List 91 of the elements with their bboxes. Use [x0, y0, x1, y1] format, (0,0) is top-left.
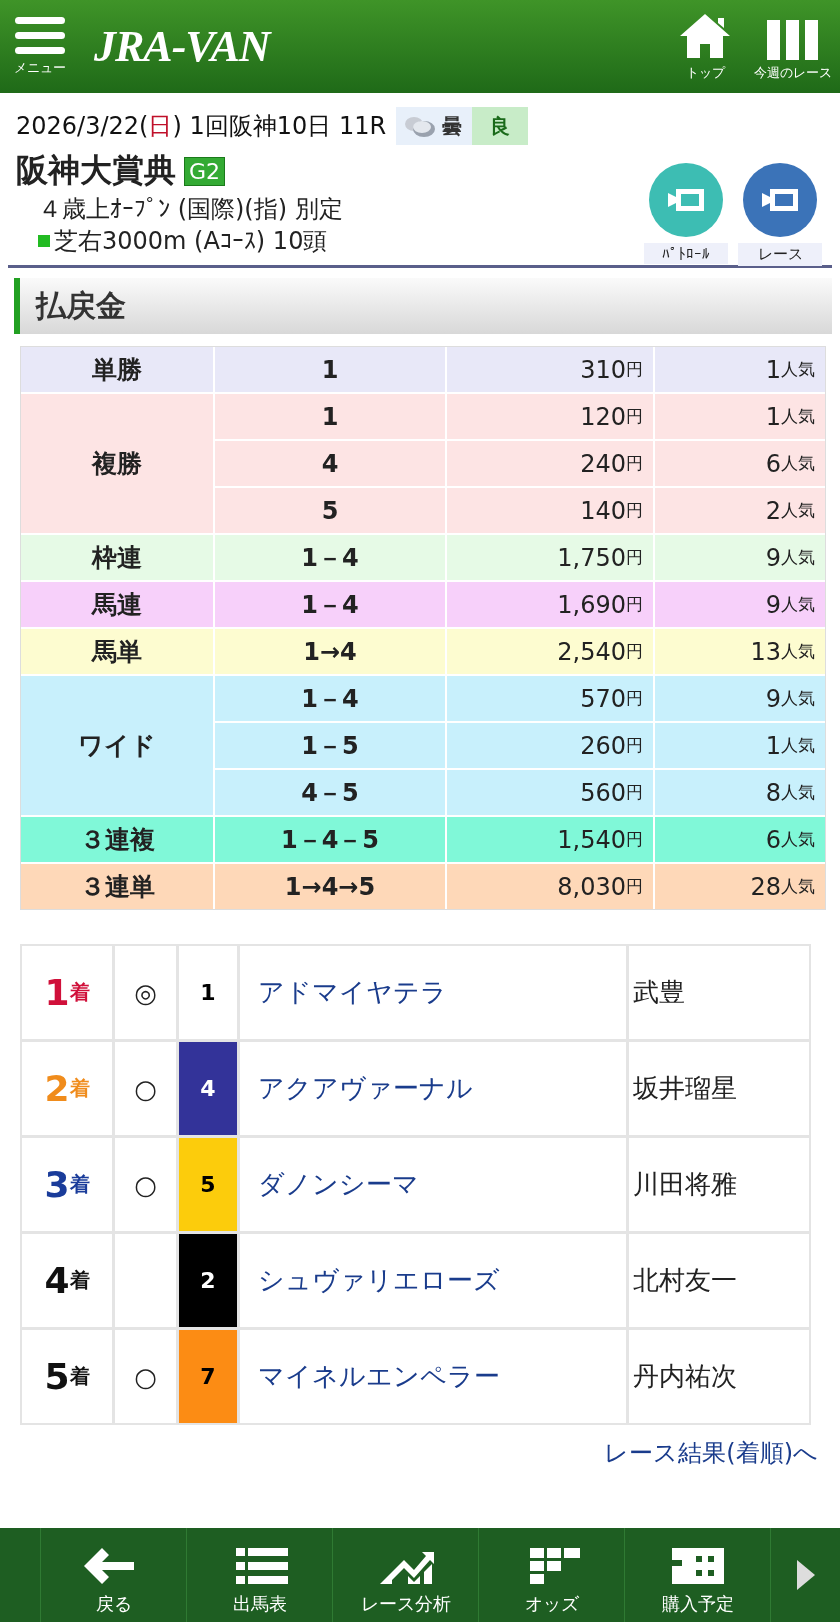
video-button[interactable]: ﾊﾟﾄﾛｰﾙ: [644, 163, 728, 264]
popularity-cell: 9人気: [655, 582, 825, 627]
popularity-cell: 2人気: [655, 488, 825, 533]
jockey-name: 坂井瑠星: [629, 1042, 809, 1135]
horse-name-link[interactable]: マイネルエンペラー: [240, 1330, 626, 1423]
jockey-name: 川田将雅: [629, 1138, 809, 1231]
jockey-name: 北村友一: [629, 1234, 809, 1327]
popularity-cell: 1人気: [655, 347, 825, 392]
jockey-name: 丹内祐次: [629, 1330, 809, 1423]
payout-cell: 1,540円: [447, 817, 653, 862]
horse-number: 5: [179, 1138, 237, 1231]
bet-type-cell: ３連複: [21, 817, 213, 862]
combination-cell: 4－5: [215, 770, 445, 815]
nav-link[interactable]: 今週のレース: [754, 19, 832, 82]
prediction-mark: ○: [115, 1330, 176, 1423]
combination-cell: 1－4: [215, 582, 445, 627]
payout-cell: 1,750円: [447, 535, 653, 580]
combination-cell: 5: [215, 488, 445, 533]
popularity-cell: 1人気: [655, 394, 825, 439]
popularity-cell: 13人気: [655, 629, 825, 674]
popularity-cell: 6人気: [655, 441, 825, 486]
right-triangle-icon: [796, 1560, 815, 1590]
payout-cell: 2,540円: [447, 629, 653, 674]
square-icon: [38, 235, 50, 247]
bet-type-cell: 枠連: [21, 535, 213, 580]
course-info: 芝右3000m (Aｺｰｽ) 10頭: [54, 226, 328, 257]
combination-cell: 1→4→5: [215, 864, 445, 909]
horse-name-link[interactable]: アドマイヤテラ: [240, 946, 626, 1039]
cloud-icon: [402, 114, 437, 138]
jockey-name: 武豊: [629, 946, 809, 1039]
weather-label: 曇: [396, 107, 473, 145]
horse-name-link[interactable]: シュヴァリエローズ: [240, 1234, 626, 1327]
combination-cell: 1－4: [215, 535, 445, 580]
horse-number: 1: [179, 946, 237, 1039]
horse-number: 4: [179, 1042, 237, 1135]
race-title: 阪神大賞典: [16, 150, 176, 191]
popularity-cell: 8人気: [655, 770, 825, 815]
popularity-cell: 9人気: [655, 535, 825, 580]
payout-cell: 140円: [447, 488, 653, 533]
video-button[interactable]: レース: [738, 163, 822, 266]
payout-cell: 570円: [447, 676, 653, 721]
race-date: 2026/3/22(日) 1回阪神10日 11R: [16, 111, 387, 142]
section-heading: 払戻金: [14, 278, 832, 334]
nav-button[interactable]: 購入予定: [625, 1528, 771, 1622]
video-camera-icon: [762, 187, 798, 213]
bet-type-cell: 単勝: [21, 347, 213, 392]
payout-cell: 240円: [447, 441, 653, 486]
payout-cell: 310円: [447, 347, 653, 392]
nav-link[interactable]: トップ: [678, 11, 732, 82]
home-icon: [678, 11, 732, 60]
race-conditions: ４歳上ｵｰﾌﾟﾝ (国際)(指) 別定: [38, 194, 344, 225]
grade-badge: G2: [184, 156, 226, 186]
nav-button[interactable]: 出馬表: [187, 1528, 333, 1622]
combination-cell: 4: [215, 441, 445, 486]
payout-cell: 120円: [447, 394, 653, 439]
prediction-mark: ◎: [115, 946, 176, 1039]
combination-cell: 1－5: [215, 723, 445, 768]
combination-cell: 1－4: [215, 676, 445, 721]
bet-type-cell: 馬単: [21, 629, 213, 674]
columns-icon: [767, 19, 819, 60]
menu-button[interactable]: メニュー: [14, 16, 66, 77]
combination-cell: 1: [215, 394, 445, 439]
popularity-cell: 6人気: [655, 817, 825, 862]
prediction-mark: ○: [115, 1138, 176, 1231]
payout-cell: 560円: [447, 770, 653, 815]
menu-icon: [15, 16, 65, 55]
bet-type-cell: ３連単: [21, 864, 213, 909]
combination-cell: 1: [215, 347, 445, 392]
horse-number: 2: [179, 1234, 237, 1327]
bet-type-cell: 馬連: [21, 582, 213, 627]
payout-cell: 8,030円: [447, 864, 653, 909]
popularity-cell: 1人気: [655, 723, 825, 768]
combination-cell: 1－4－5: [215, 817, 445, 862]
horse-number: 7: [179, 1330, 237, 1423]
combination-cell: 1→4: [215, 629, 445, 674]
payout-cell: 1,690円: [447, 582, 653, 627]
payout-cell: 260円: [447, 723, 653, 768]
popularity-cell: 28人気: [655, 864, 825, 909]
video-camera-icon: [668, 187, 704, 213]
logo: JRA-VAN: [94, 21, 273, 72]
bet-type-cell: ワイド: [21, 676, 213, 815]
horse-name-link[interactable]: アクアヴァーナル: [240, 1042, 626, 1135]
nav-button[interactable]: レース分析: [333, 1528, 479, 1622]
nav-button[interactable]: 戻る: [41, 1528, 187, 1622]
bet-type-cell: 複勝: [21, 394, 213, 533]
results-link[interactable]: レース結果(着順)へ: [604, 1437, 818, 1469]
nav-button[interactable]: オッズ: [479, 1528, 625, 1622]
popularity-cell: 9人気: [655, 676, 825, 721]
horse-name-link[interactable]: ダノンシーマ: [240, 1138, 626, 1231]
prediction-mark: ○: [115, 1042, 176, 1135]
going-label: 良: [472, 107, 529, 145]
